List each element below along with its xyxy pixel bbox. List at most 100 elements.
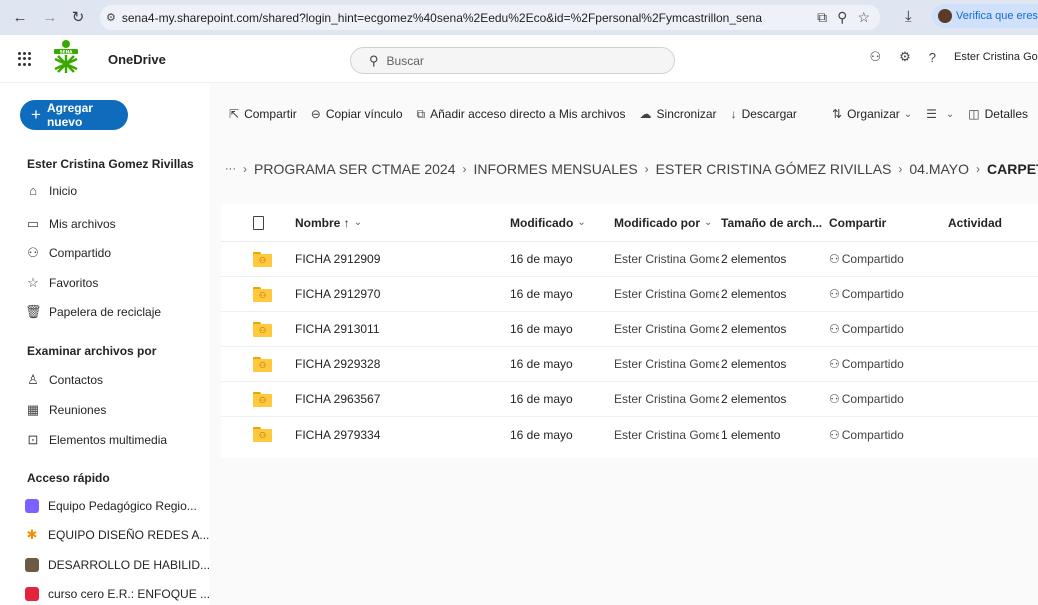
sharing-status[interactable]: ⚇ Compartido	[829, 312, 939, 346]
modified-column-header[interactable]: Modificado ⌄	[510, 204, 610, 241]
sharing-label: Compartido	[841, 427, 904, 442]
share-people-icon[interactable]: ⚇	[869, 49, 881, 65]
sidebar-item-label: Favoritos	[49, 276, 99, 290]
sort-command[interactable]: ⇅ Organizar ⌄	[832, 107, 912, 121]
app-launcher-icon[interactable]	[18, 52, 32, 66]
sharing-status[interactable]: ⚇ Compartido	[829, 277, 939, 311]
add-shortcut-command[interactable]: ⧉ Añadir acceso directo a Mis archivos	[417, 107, 626, 122]
sidebar-item-reuniones[interactable]: ▦ Reuniones	[25, 402, 107, 418]
sidebar-item-label: Elementos multimedia	[49, 433, 168, 447]
breadcrumb-overflow[interactable]: ···	[225, 163, 236, 175]
back-icon[interactable]: ←	[10, 7, 30, 27]
site-info-icon[interactable]: ⚙	[106, 11, 116, 24]
sidebar-item-compartido[interactable]: ⚇ Compartido	[25, 245, 111, 261]
sidebar-item-favoritos[interactable]: ☆ Favoritos	[25, 275, 98, 291]
sharing-status[interactable]: ⚇ Compartido	[829, 417, 939, 452]
file-name[interactable]: FICHA 2963567	[295, 382, 505, 416]
file-list-header: Nombre ↑ ⌄ Modificado ⌄ Modificado por ⌄ Ta…	[221, 204, 1038, 242]
file-size: 2 elementos	[721, 392, 787, 406]
sharing-status[interactable]: ⚇ Compartido	[829, 347, 939, 381]
table-row[interactable]: ⚇ FICHA 2929328 16 de mayo Ester Cristin…	[221, 347, 1038, 382]
calendar-icon: ▦	[26, 402, 40, 417]
gear-icon[interactable]: ⚙	[899, 49, 911, 65]
share-label: Compartir	[244, 107, 297, 121]
sort-icon: ⇅	[832, 107, 843, 121]
share-column-header[interactable]: Compartir	[829, 204, 939, 241]
quick-item-equipo-diseno[interactable]: ✱ EQUIPO DISEÑO REDES A...	[25, 527, 210, 543]
view-options-command[interactable]: ☰ ⌄	[926, 107, 954, 121]
verify-chip[interactable]: Verifica que eres tú	[932, 4, 1038, 28]
download-command[interactable]: ↓ Descargar	[731, 107, 797, 121]
quick-item-label: Equipo Pedagógico Regio...	[48, 499, 197, 513]
add-new-button[interactable]: + Agregar nuevo	[20, 100, 128, 130]
file-name[interactable]: FICHA 2979334	[295, 417, 505, 452]
sidebar-item-label: Compartido	[49, 246, 112, 260]
activity-column-header[interactable]: Actividad	[948, 204, 1028, 241]
breadcrumb-item[interactable]: PROGRAMA SER CTMAE 2024	[254, 161, 456, 177]
quick-item-equipo-pedagogico[interactable]: Equipo Pedagógico Regio...	[25, 499, 197, 513]
table-row[interactable]: ⚇ FICHA 2963567 16 de mayo Ester Cristin…	[221, 382, 1038, 417]
sidebar-item-contactos[interactable]: ♙ Contactos	[25, 372, 103, 388]
sharing-status[interactable]: ⚇ Compartido	[829, 242, 939, 276]
address-bar[interactable]: ⚙ sena4-my.sharepoint.com/shared?login_h…	[100, 5, 880, 30]
share-command[interactable]: ⇱ Compartir	[229, 107, 297, 121]
forward-icon[interactable]: →	[40, 7, 60, 27]
sena-site-icon: ✱	[26, 527, 38, 542]
sharing-status[interactable]: ⚇ Compartido	[829, 382, 939, 416]
file-type-icon	[253, 215, 264, 230]
download-arrow-icon: ↓	[730, 107, 737, 121]
modified-by: Ester Cristina Gomez R	[614, 392, 719, 406]
modified-date: 16 de mayo	[510, 252, 573, 266]
name-column-header[interactable]: Nombre ↑ ⌄	[295, 204, 505, 241]
modified-by: Ester Cristina Gomez R	[614, 427, 719, 442]
image-icon: ⊡	[27, 432, 39, 447]
url-text[interactable]: sena4-my.sharepoint.com/shared?login_hin…	[122, 11, 762, 25]
bookmark-star-icon[interactable]: ☆	[857, 9, 870, 26]
breadcrumb-item[interactable]: INFORMES MENSUALES	[474, 161, 638, 177]
breadcrumb-separator-icon: ›	[243, 162, 247, 176]
sharing-label: Compartido	[841, 287, 904, 301]
browse-heading: Examinar archivos por	[27, 344, 157, 358]
copy-link-command[interactable]: ⊖ Copiar vínculo	[311, 107, 403, 121]
sync-command[interactable]: ☁ Sincronizar	[640, 107, 717, 121]
details-label: Detalles	[984, 107, 1028, 121]
table-row[interactable]: ⚇ FICHA 2912970 16 de mayo Ester Cristin…	[221, 277, 1038, 312]
modified-date: 16 de mayo	[510, 287, 573, 301]
people-icon: ⚇	[829, 322, 840, 336]
sidebar-item-inicio[interactable]: ⌂ Inicio	[25, 183, 77, 198]
sena-logo: SENA	[54, 40, 78, 73]
details-command[interactable]: ◫ Detalles	[968, 107, 1028, 121]
app-title[interactable]: OneDrive	[108, 52, 166, 67]
file-name[interactable]: FICHA 2929328	[295, 347, 505, 381]
breadcrumb-item[interactable]: ESTER CRISTINA GÓMEZ RIVILLAS	[656, 161, 892, 177]
table-row[interactable]: ⚇ FICHA 2913011 16 de mayo Ester Cristin…	[221, 312, 1038, 347]
file-name[interactable]: FICHA 2912970	[295, 277, 505, 311]
breadcrumb-item[interactable]: 04.MAYO	[909, 161, 969, 177]
breadcrumb: ··· › PROGRAMA SER CTMAE 2024 › INFORMES…	[225, 161, 1038, 177]
quick-item-label: DESARROLLO DE HABILID...	[48, 558, 211, 572]
search-input[interactable]: ⚲ Buscar	[350, 47, 675, 74]
file-name[interactable]: FICHA 2912909	[295, 242, 505, 276]
modified-by-column-header[interactable]: Modificado por ⌄	[614, 204, 719, 241]
zoom-icon[interactable]: ⚲	[837, 9, 847, 26]
quick-item-desarrollo[interactable]: DESARROLLO DE HABILID...	[25, 558, 210, 572]
user-name[interactable]: Ester Cristina Gom...	[954, 51, 1038, 63]
install-icon[interactable]: ⧉	[817, 9, 827, 26]
sidebar-item-label: Papelera de reciclaje	[49, 305, 162, 319]
table-row[interactable]: ⚇ FICHA 2979334 16 de mayo Ester Cristin…	[221, 417, 1038, 452]
file-name[interactable]: FICHA 2913011	[295, 312, 505, 346]
shared-folder-icon: ⚇	[253, 382, 283, 416]
shared-folder-icon: ⚇	[253, 312, 283, 346]
sidebar-item-multimedia[interactable]: ⊡ Elementos multimedia	[25, 432, 168, 448]
file-type-column-header[interactable]	[253, 204, 283, 241]
help-icon[interactable]: ?	[929, 50, 936, 65]
sidebar-item-mis-archivos[interactable]: ▭ Mis archivos	[25, 216, 116, 232]
size-column-header[interactable]: Tamaño de arch...⌄	[721, 204, 826, 241]
reload-icon[interactable]: ↻	[68, 7, 88, 27]
breadcrumb-separator-icon: ›	[462, 162, 467, 176]
download-icon[interactable]: ⤓	[905, 8, 912, 25]
table-row[interactable]: ⚇ FICHA 2912909 16 de mayo Ester Cristin…	[221, 242, 1038, 277]
sidebar-item-papelera[interactable]: 🗑 Papelera de reciclaje	[25, 304, 161, 320]
sidebar-item-label: Contactos	[49, 373, 104, 387]
quick-item-curso-cero[interactable]: curso cero E.R.: ENFOQUE ...	[25, 587, 210, 601]
